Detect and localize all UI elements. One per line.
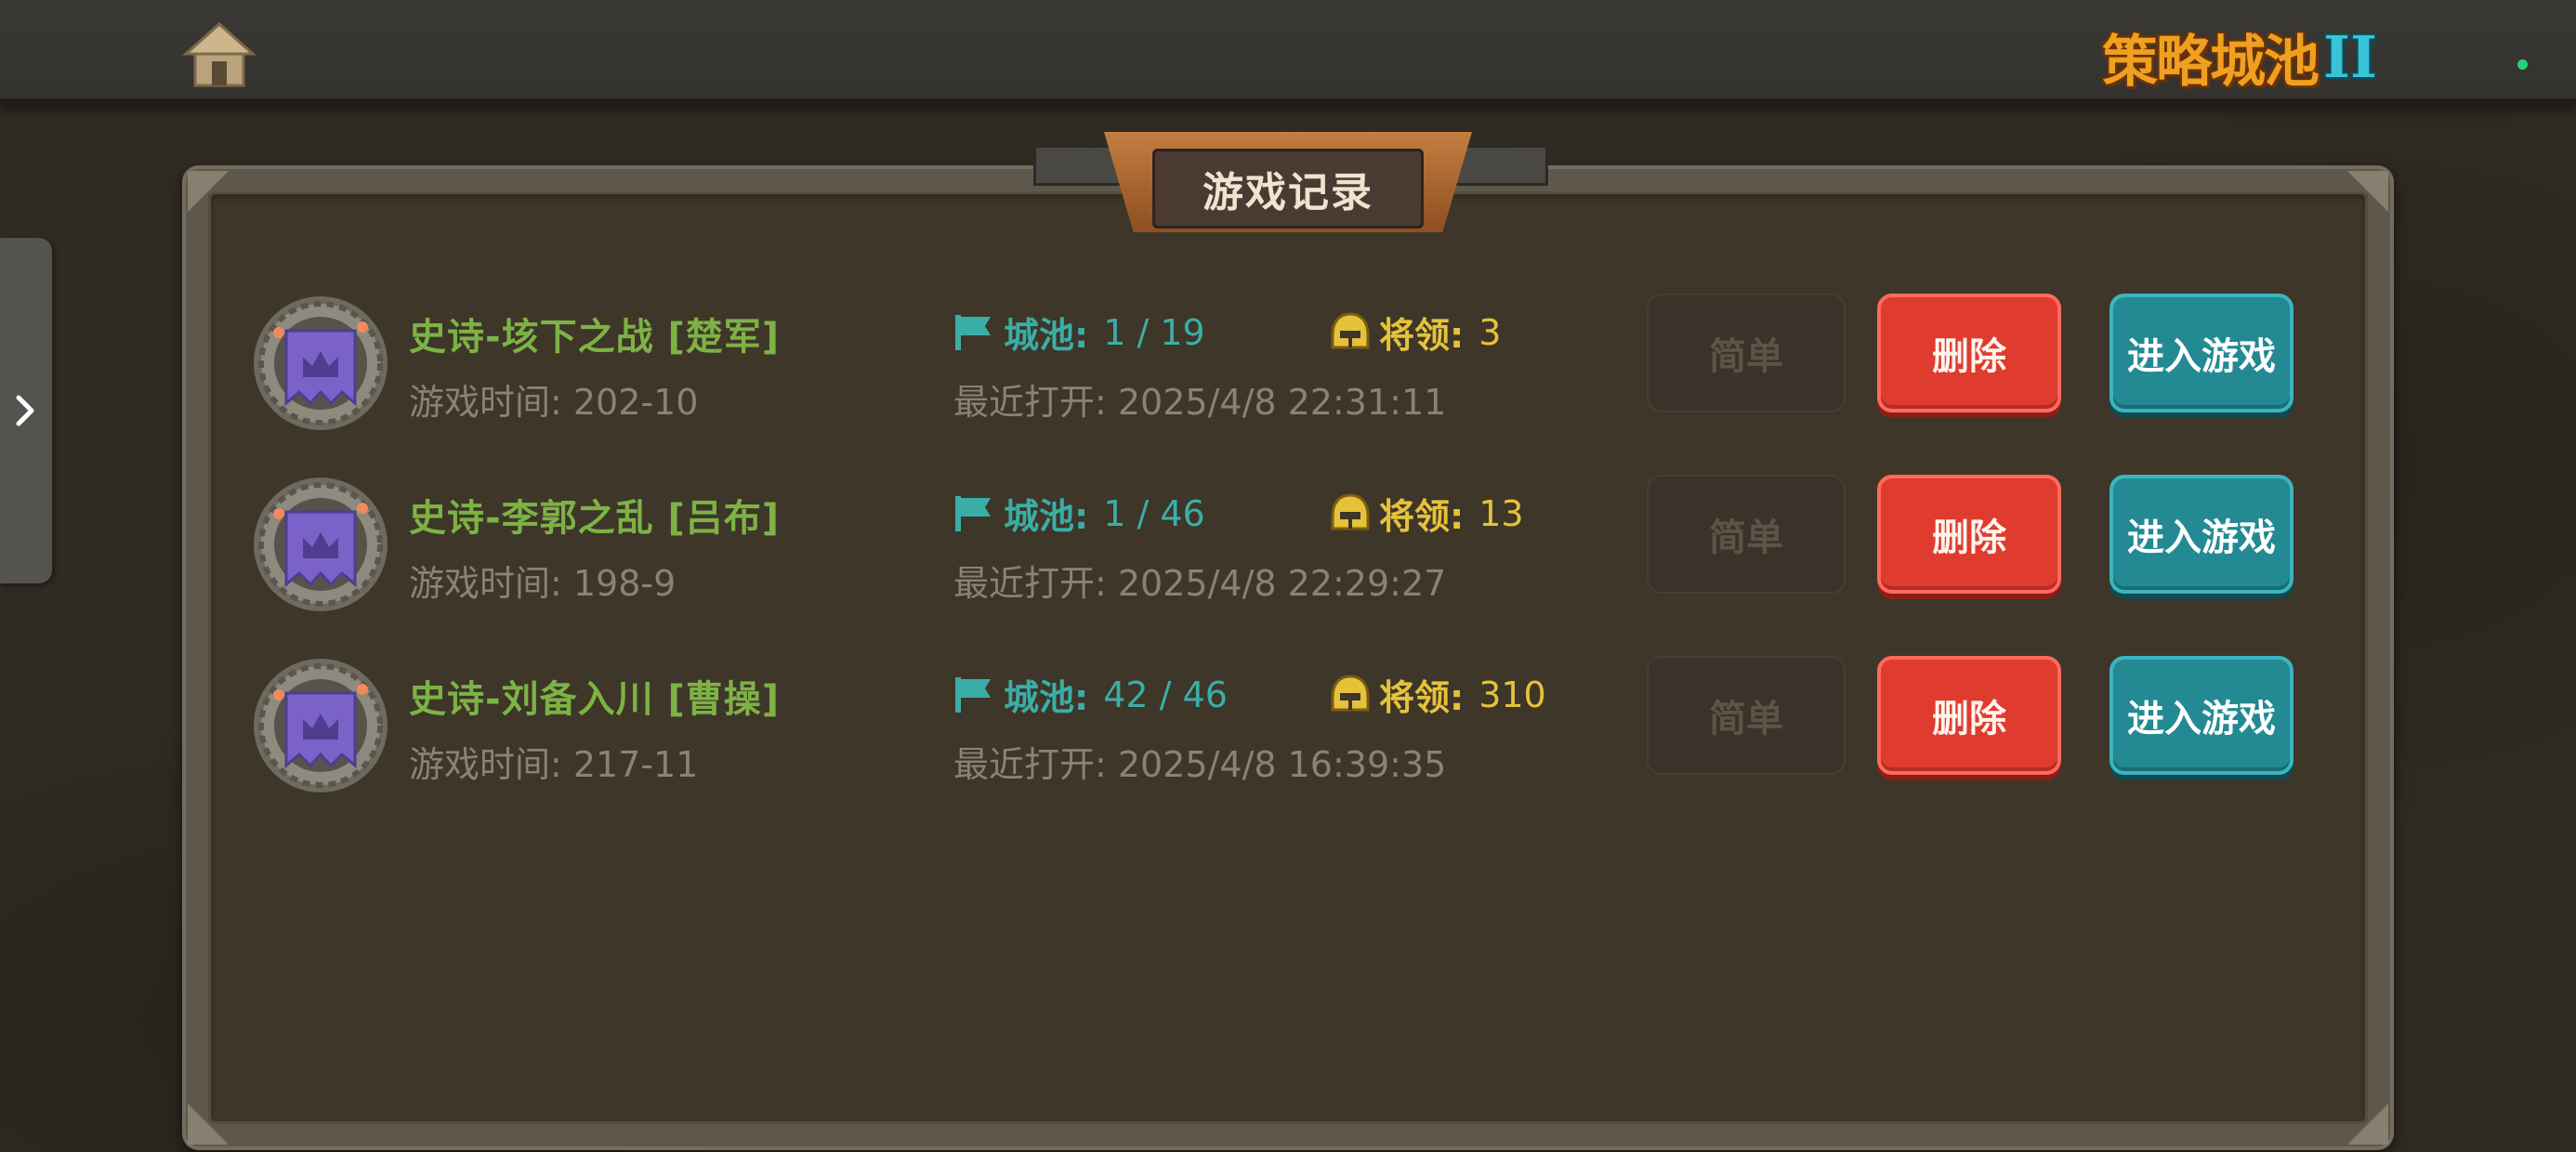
helmet-icon — [1331, 492, 1370, 530]
flag-icon — [955, 676, 991, 713]
top-bar: 策略城池 II — [0, 0, 2576, 106]
play-time: 游戏时间: 217-11 — [409, 744, 699, 785]
enter-game-button[interactable]: 进入游戏 — [2109, 294, 2293, 412]
corner-ornament — [188, 171, 229, 212]
scenario-name: 史诗-刘备入川 [曹操] — [409, 678, 781, 721]
home-button[interactable] — [182, 20, 256, 91]
crown-banner-icon — [254, 659, 388, 792]
play-time: 游戏时间: 202-10 — [409, 382, 699, 423]
last-opened-time: 最近打开: 2025/4/8 16:39:35 — [953, 744, 1447, 785]
generals-stat: 将领: 310 — [1331, 669, 1546, 720]
enter-game-button[interactable]: 进入游戏 — [2109, 656, 2293, 775]
play-time: 游戏时间: 198-9 — [409, 563, 677, 604]
crown-banner-icon — [254, 296, 388, 430]
cities-value: 1 / 19 — [1103, 311, 1205, 353]
enter-game-button[interactable]: 进入游戏 — [2109, 475, 2293, 594]
record-row: 史诗-垓下之战 [楚军] 游戏时间: 202-10 城池: 1 / 19 将领:… — [0, 294, 2576, 442]
cities-value: 1 / 46 — [1103, 492, 1205, 534]
corner-ornament — [188, 1104, 229, 1145]
cities-stat: 城池: 1 / 46 — [953, 488, 1205, 539]
cities-stat: 城池: 1 / 19 — [953, 307, 1205, 358]
cities-label: 城池: — [1004, 677, 1089, 718]
game-logo: 策略城池 II — [2102, 17, 2399, 97]
flag-icon — [955, 495, 991, 531]
logo-numeral: II — [2323, 22, 2378, 91]
difficulty-badge: 简单 — [1647, 294, 1846, 412]
cities-stat: 城池: 42 / 46 — [953, 669, 1228, 720]
cities-label: 城池: — [1004, 315, 1089, 356]
title-plaque: 游戏记录 — [1152, 149, 1424, 229]
last-opened-time: 最近打开: 2025/4/8 22:31:11 — [953, 382, 1447, 423]
flag-icon — [955, 314, 991, 350]
record-row: 史诗-李郭之乱 [吕布] 游戏时间: 198-9 城池: 1 / 46 将领: … — [0, 475, 2576, 623]
generals-value: 13 — [1479, 492, 1524, 534]
delete-button[interactable]: 删除 — [1877, 475, 2061, 594]
corner-ornament — [2347, 171, 2388, 212]
panel-title: 游戏记录 — [1203, 169, 1373, 216]
difficulty-badge: 简单 — [1647, 475, 1846, 594]
delete-button[interactable]: 删除 — [1877, 656, 2061, 775]
corner-ornament — [2347, 1104, 2388, 1145]
generals-stat: 将领: 3 — [1331, 307, 1501, 358]
generals-label: 将领: — [1379, 677, 1465, 718]
helmet-icon — [1331, 674, 1370, 711]
home-icon — [182, 21, 256, 87]
helmet-icon — [1331, 311, 1370, 348]
crown-banner-icon — [254, 478, 388, 611]
generals-value: 3 — [1479, 311, 1502, 353]
generals-label: 将领: — [1379, 315, 1465, 356]
logo-text: 策略城池 — [2102, 29, 2320, 95]
status-indicator — [2517, 59, 2528, 70]
difficulty-badge: 简单 — [1647, 656, 1846, 775]
scenario-name: 史诗-李郭之乱 [吕布] — [409, 497, 781, 540]
delete-button[interactable]: 删除 — [1877, 294, 2061, 412]
generals-value: 310 — [1479, 674, 1546, 715]
record-row: 史诗-刘备入川 [曹操] 游戏时间: 217-11 城池: 42 / 46 将领… — [0, 656, 2576, 805]
generals-stat: 将领: 13 — [1331, 488, 1524, 539]
scenario-name: 史诗-垓下之战 [楚军] — [409, 316, 781, 359]
generals-label: 将领: — [1379, 496, 1465, 537]
last-opened-time: 最近打开: 2025/4/8 22:29:27 — [953, 563, 1447, 604]
cities-label: 城池: — [1004, 496, 1089, 537]
cities-value: 42 / 46 — [1103, 674, 1228, 715]
